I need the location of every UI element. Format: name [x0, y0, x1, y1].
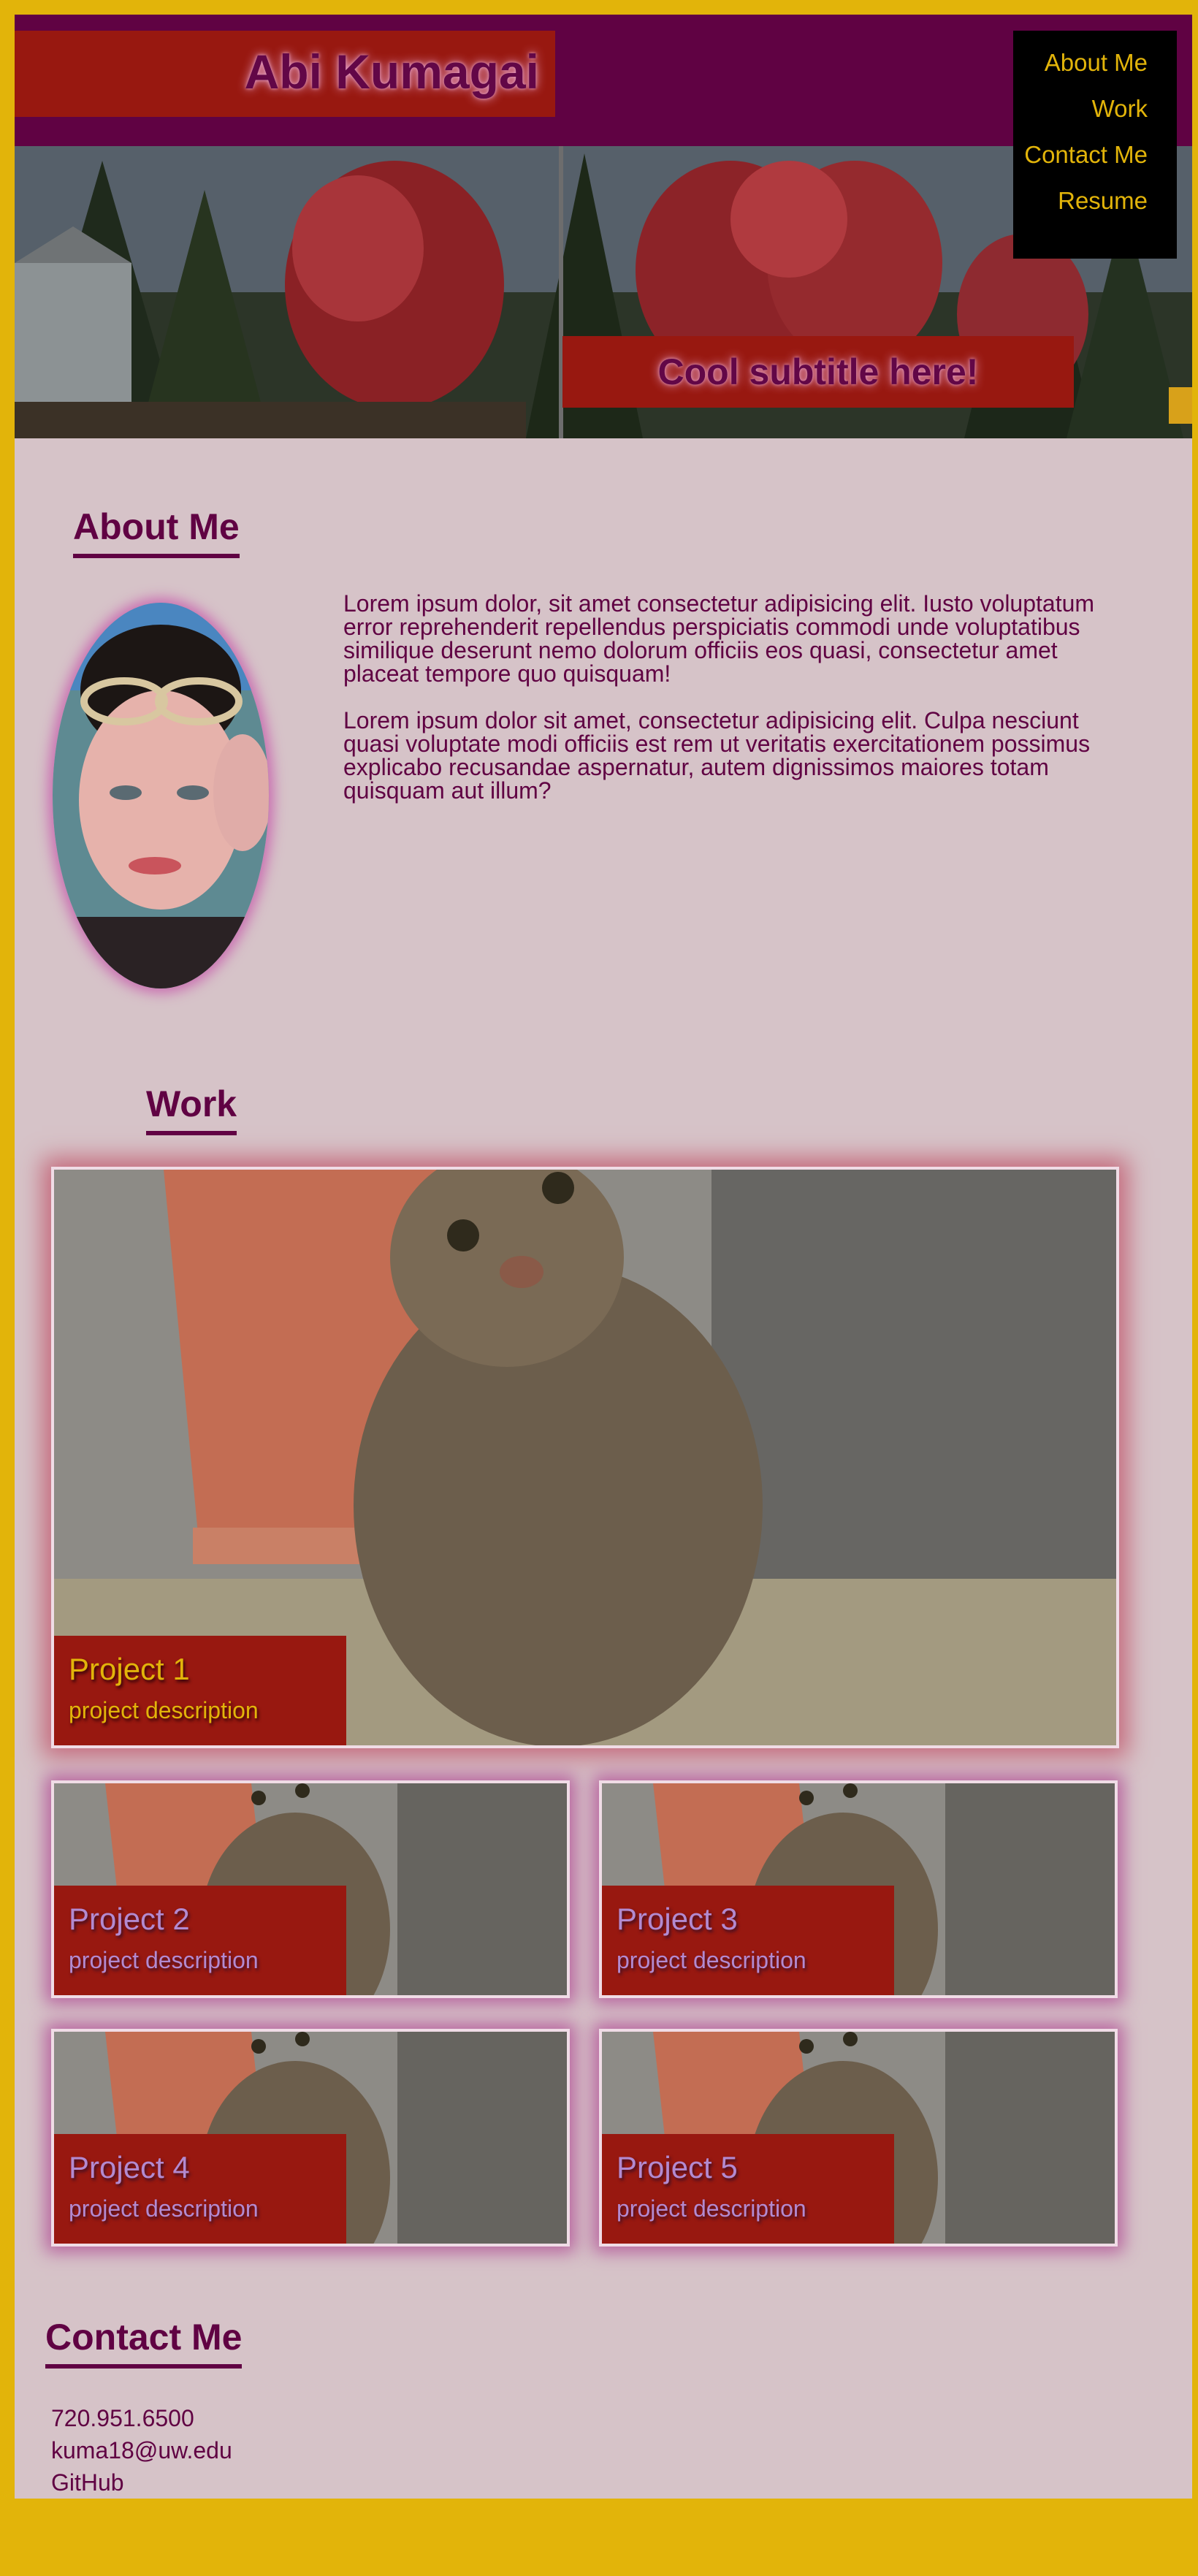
project-title: Project 2 — [69, 1902, 190, 1936]
project-description: project description — [69, 2195, 259, 2222]
page: Abi Kumagai Cool subtitle here! About Me… — [15, 15, 1192, 2499]
contact-phone: 720.951.6500 — [51, 2405, 194, 2431]
project-card-2[interactable]: Project 2 project description — [51, 1780, 570, 1998]
nav-link-resume[interactable]: Resume — [1013, 178, 1177, 224]
project-title: Project 3 — [617, 1902, 738, 1936]
project-description: project description — [617, 2195, 806, 2222]
contact-github-link[interactable]: GitHub — [51, 2466, 232, 2499]
project-card-5[interactable]: Project 5 project description — [599, 2029, 1118, 2247]
about-heading: About Me — [73, 506, 240, 558]
main-nav: About Me Work Contact Me Resume — [1013, 31, 1177, 259]
profile-photo — [53, 603, 269, 988]
project-label: Project 5 project description — [602, 2134, 894, 2244]
profile-photo-image — [53, 603, 269, 988]
project-label: Project 4 project description — [54, 2134, 346, 2244]
project-label: Project 2 project description — [54, 1886, 346, 1995]
contact-heading: Contact Me — [45, 2316, 243, 2369]
project-title: Project 4 — [69, 2150, 190, 2184]
nav-link-about-me[interactable]: About Me — [1013, 39, 1177, 85]
title-box: Abi Kumagai — [15, 31, 555, 117]
project-card-3[interactable]: Project 3 project description — [599, 1780, 1118, 1998]
project-card-4[interactable]: Project 4 project description — [51, 2029, 570, 2247]
project-description: project description — [617, 1947, 806, 1973]
project-description: project description — [69, 1697, 259, 1723]
about-paragraph: Lorem ipsum dolor sit amet, consectetur … — [343, 707, 1091, 804]
contact-list: 720.951.6500 kuma18@uw.edu GitHub — [51, 2402, 232, 2499]
project-label: Project 3 project description — [602, 1886, 894, 1995]
site-title: Abi Kumagai — [244, 45, 539, 99]
contact-email[interactable]: kuma18@uw.edu — [51, 2434, 232, 2466]
project-description: project description — [69, 1947, 259, 1973]
nav-link-work[interactable]: Work — [1013, 85, 1177, 132]
about-paragraph: Lorem ipsum dolor, sit amet consectetur … — [343, 590, 1095, 687]
project-title: Project 1 — [69, 1652, 190, 1686]
hero-subtitle: Cool subtitle here! — [657, 351, 979, 392]
project-label: Project 1 project description — [54, 1636, 346, 1745]
work-heading: Work — [146, 1083, 237, 1135]
about-text: Lorem ipsum dolor, sit amet consectetur … — [343, 592, 1118, 826]
project-title: Project 5 — [617, 2150, 738, 2184]
subtitle-box: Cool subtitle here! — [562, 336, 1074, 408]
nav-link-contact-me[interactable]: Contact Me — [1013, 132, 1177, 178]
project-card-1[interactable]: Project 1 project description — [51, 1167, 1119, 1748]
